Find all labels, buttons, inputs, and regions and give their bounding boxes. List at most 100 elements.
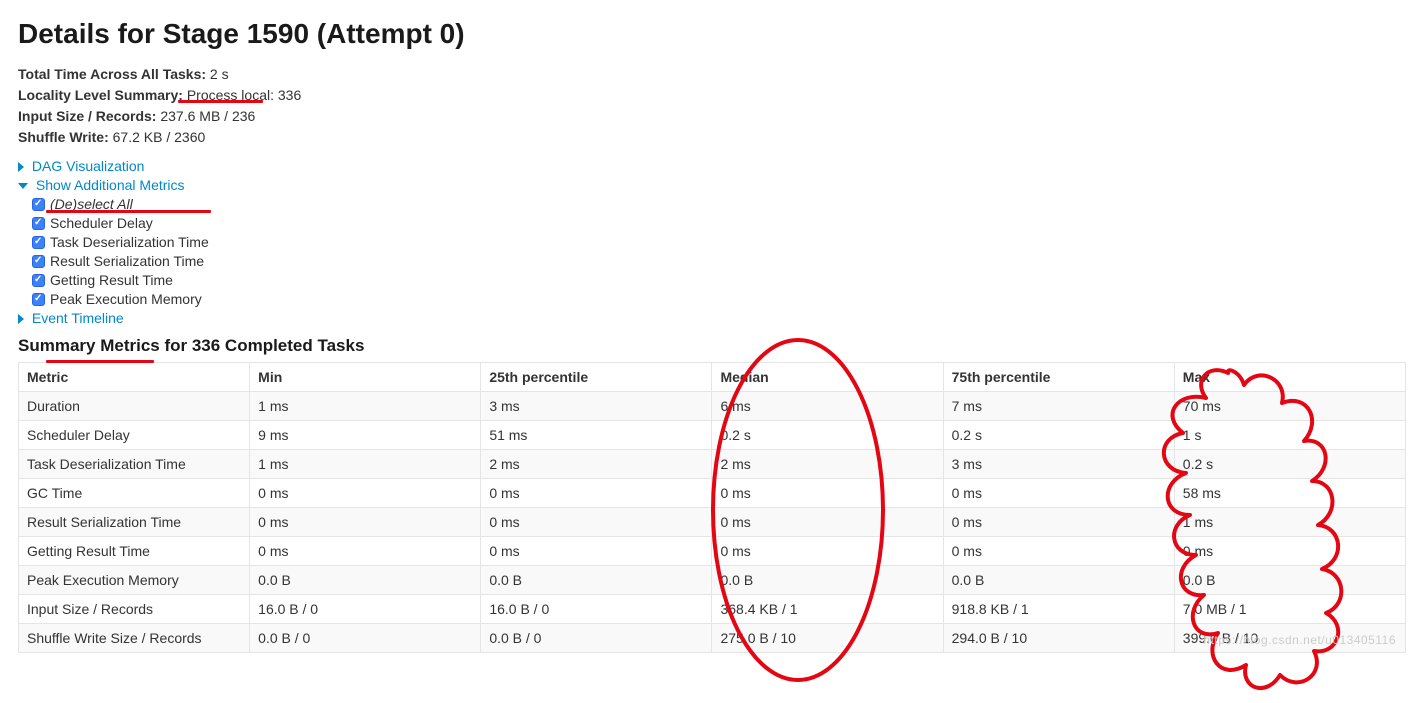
table-row: Shuffle Write Size / Records0.0 B / 00.0… — [19, 624, 1406, 653]
metric-value-cell: 0.0 B — [1174, 566, 1405, 595]
getting-result-checkbox[interactable] — [32, 274, 45, 287]
metric-value-cell: 7 ms — [943, 392, 1174, 421]
metric-value-cell: 918.8 KB / 1 — [943, 595, 1174, 624]
metric-value-cell: 0 ms — [481, 537, 712, 566]
result-serialization-label: Result Serialization Time — [50, 253, 204, 269]
result-serialization-checkbox[interactable] — [32, 255, 45, 268]
metric-value-cell: 0.0 B — [481, 566, 712, 595]
metric-value-cell: 368.4 KB / 1 — [712, 595, 943, 624]
page-title: Details for Stage 1590 (Attempt 0) — [18, 18, 1406, 50]
caret-down-icon — [18, 183, 28, 189]
metric-value-cell: 0.0 B / 0 — [250, 624, 481, 653]
metric-value-cell: 294.0 B / 10 — [943, 624, 1174, 653]
summary-locality: Locality Level Summary: Process local: 3… — [18, 85, 1406, 106]
summary-shuffle-value: 67.2 KB / 2360 — [113, 129, 206, 145]
metric-name-cell: Scheduler Delay — [19, 421, 250, 450]
caret-right-icon — [18, 314, 24, 324]
metric-value-cell: 0 ms — [1174, 537, 1405, 566]
metric-value-cell: 3 ms — [943, 450, 1174, 479]
metric-value-cell: 0 ms — [712, 508, 943, 537]
deselect-all-label: (De)select All — [50, 196, 133, 212]
metric-value-cell: 16.0 B / 0 — [481, 595, 712, 624]
metric-name-cell: Input Size / Records — [19, 595, 250, 624]
metric-value-cell: 2 ms — [712, 450, 943, 479]
table-row: Input Size / Records16.0 B / 016.0 B / 0… — [19, 595, 1406, 624]
col-median[interactable]: Median — [712, 363, 943, 392]
peak-execution-label: Peak Execution Memory — [50, 291, 202, 307]
metric-value-cell: 0.2 s — [943, 421, 1174, 450]
summary-shuffle: Shuffle Write: 67.2 KB / 2360 — [18, 127, 1406, 148]
event-timeline-link[interactable]: Event Timeline — [32, 310, 124, 326]
metric-value-cell: 7.0 MB / 1 — [1174, 595, 1405, 624]
table-row: Duration1 ms3 ms6 ms7 ms70 ms — [19, 392, 1406, 421]
summary-input: Input Size / Records: 237.6 MB / 236 — [18, 106, 1406, 127]
task-deser-checkbox[interactable] — [32, 236, 45, 249]
summary-total-time-value: 2 s — [210, 66, 229, 82]
metric-value-cell: 58 ms — [1174, 479, 1405, 508]
col-metric[interactable]: Metric — [19, 363, 250, 392]
table-row: Scheduler Delay9 ms51 ms0.2 s0.2 s1 s — [19, 421, 1406, 450]
col-75th[interactable]: 75th percentile — [943, 363, 1174, 392]
summary-metrics-heading: Summary Metrics for 336 Completed Tasks — [18, 336, 1406, 356]
metric-value-cell: 0 ms — [481, 508, 712, 537]
metric-value-cell: 0.0 B — [712, 566, 943, 595]
deselect-all-checkbox[interactable] — [32, 198, 45, 211]
task-deser-label: Task Deserialization Time — [50, 234, 209, 250]
watermark: https://blog.csdn.net/u013405116 — [1203, 633, 1396, 647]
table-row: GC Time0 ms0 ms0 ms0 ms58 ms — [19, 479, 1406, 508]
metric-value-cell: 0.0 B — [943, 566, 1174, 595]
metric-value-cell: 1 ms — [1174, 508, 1405, 537]
table-row: Task Deserialization Time1 ms2 ms2 ms3 m… — [19, 450, 1406, 479]
metric-value-cell: 0 ms — [943, 479, 1174, 508]
summary-locality-value: Process local: 336 — [187, 87, 301, 103]
metric-value-cell: 1 ms — [250, 450, 481, 479]
summary-shuffle-label: Shuffle Write: — [18, 129, 109, 145]
metric-name-cell: GC Time — [19, 479, 250, 508]
metric-value-cell: 51 ms — [481, 421, 712, 450]
table-row: Peak Execution Memory0.0 B0.0 B0.0 B0.0 … — [19, 566, 1406, 595]
summary-block: Total Time Across All Tasks: 2 s Localit… — [18, 64, 1406, 148]
metric-name-cell: Getting Result Time — [19, 537, 250, 566]
metric-value-cell: 6 ms — [712, 392, 943, 421]
metric-value-cell: 0 ms — [943, 508, 1174, 537]
metric-name-cell: Peak Execution Memory — [19, 566, 250, 595]
metric-value-cell: 0 ms — [712, 537, 943, 566]
summary-locality-label: Locality Level Summary: — [18, 87, 183, 103]
table-header-row: Metric Min 25th percentile Median 75th p… — [19, 363, 1406, 392]
peak-execution-checkbox[interactable] — [32, 293, 45, 306]
table-row: Result Serialization Time0 ms0 ms0 ms0 m… — [19, 508, 1406, 537]
metric-value-cell: 0 ms — [712, 479, 943, 508]
summary-total-time-label: Total Time Across All Tasks: — [18, 66, 206, 82]
metric-value-cell: 2 ms — [481, 450, 712, 479]
metric-value-cell: 9 ms — [250, 421, 481, 450]
dag-visualization-link[interactable]: DAG Visualization — [32, 158, 145, 174]
metric-value-cell: 0 ms — [250, 479, 481, 508]
metric-value-cell: 0 ms — [943, 537, 1174, 566]
metric-value-cell: 70 ms — [1174, 392, 1405, 421]
metric-value-cell: 3 ms — [481, 392, 712, 421]
metric-value-cell: 1 ms — [250, 392, 481, 421]
metric-value-cell: 0.2 s — [712, 421, 943, 450]
scheduler-delay-label: Scheduler Delay — [50, 215, 153, 231]
metric-value-cell: 275.0 B / 10 — [712, 624, 943, 653]
metric-name-cell: Duration — [19, 392, 250, 421]
metric-name-cell: Task Deserialization Time — [19, 450, 250, 479]
scheduler-delay-checkbox[interactable] — [32, 217, 45, 230]
caret-right-icon — [18, 162, 24, 172]
col-max[interactable]: Max — [1174, 363, 1405, 392]
summary-metrics-table: Metric Min 25th percentile Median 75th p… — [18, 362, 1406, 653]
metric-name-cell: Result Serialization Time — [19, 508, 250, 537]
metric-value-cell: 0.2 s — [1174, 450, 1405, 479]
getting-result-label: Getting Result Time — [50, 272, 173, 288]
metric-name-cell: Shuffle Write Size / Records — [19, 624, 250, 653]
metric-value-cell: 0.0 B / 0 — [481, 624, 712, 653]
metric-value-cell: 0 ms — [250, 508, 481, 537]
summary-input-value: 237.6 MB / 236 — [160, 108, 255, 124]
col-min[interactable]: Min — [250, 363, 481, 392]
summary-total-time: Total Time Across All Tasks: 2 s — [18, 64, 1406, 85]
metric-value-cell: 0.0 B — [250, 566, 481, 595]
metric-value-cell: 1 s — [1174, 421, 1405, 450]
show-additional-metrics-link[interactable]: Show Additional Metrics — [36, 177, 185, 193]
metric-value-cell: 16.0 B / 0 — [250, 595, 481, 624]
col-25th[interactable]: 25th percentile — [481, 363, 712, 392]
